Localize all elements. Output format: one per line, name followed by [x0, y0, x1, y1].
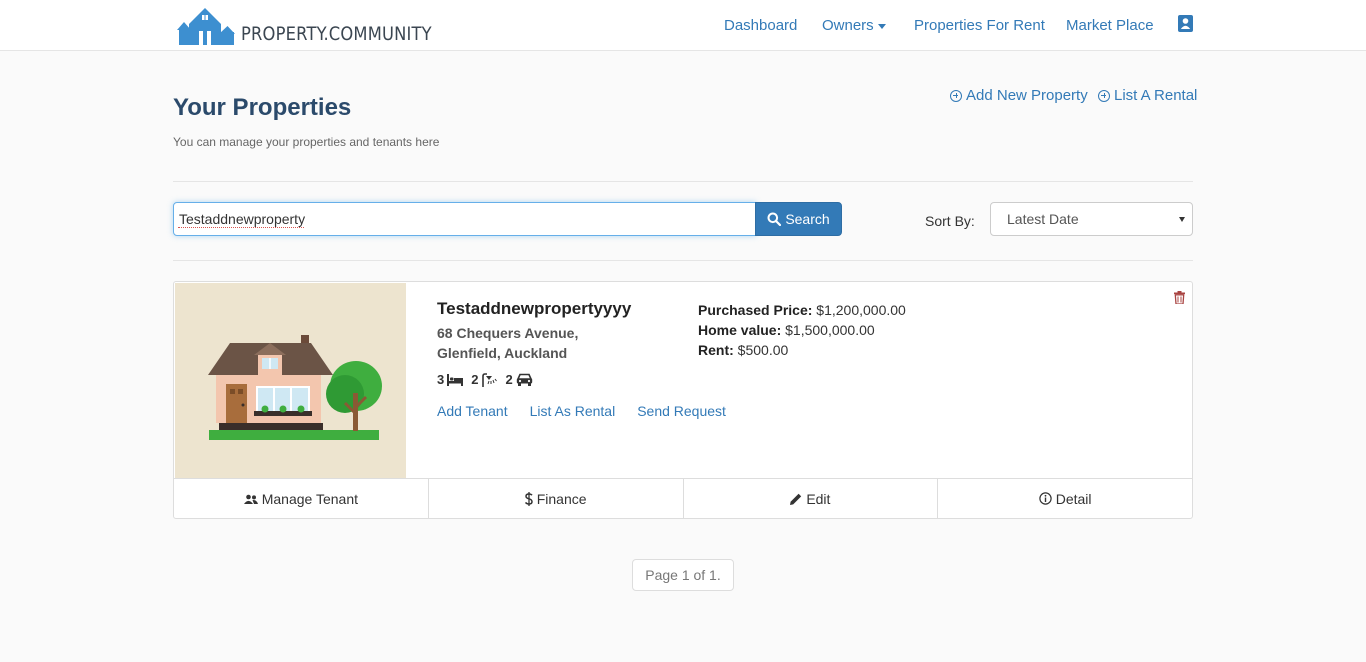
- edit-button[interactable]: Edit: [684, 479, 939, 518]
- shower-icon: [482, 372, 498, 387]
- pencil-icon: [790, 493, 802, 505]
- nav-profile-wrap: [1178, 0, 1193, 51]
- sort-select[interactable]: Latest Date: [990, 202, 1193, 236]
- home-value-label: Home value:: [698, 322, 782, 338]
- rent-label: Rent:: [698, 342, 734, 358]
- send-request-link[interactable]: Send Request: [637, 403, 726, 419]
- property-card: Testaddnewpropertyyyy 68 Chequers Avenue…: [173, 281, 1193, 519]
- page-title: Your Properties: [173, 94, 352, 121]
- page-subtitle: You can manage your properties and tenan…: [173, 135, 440, 149]
- manage-tenant-button[interactable]: Manage Tenant: [174, 479, 429, 518]
- bathroom-count: 2: [471, 372, 479, 387]
- property-thumbnail[interactable]: [175, 283, 406, 479]
- divider: [173, 260, 1193, 261]
- property-name[interactable]: Testaddnewpropertyyyy: [437, 299, 631, 319]
- finance-button[interactable]: Finance: [429, 479, 684, 518]
- home-value-row: Home value: $1,500,000.00: [698, 320, 906, 340]
- nav-rent-wrap: Properties For Rent: [914, 0, 1045, 51]
- property-actions: Add Tenant List As Rental Send Request: [437, 403, 748, 419]
- search-input[interactable]: [173, 202, 756, 236]
- edit-label: Edit: [806, 490, 831, 507]
- purchased-price-value: $1,200,000.00: [816, 302, 906, 318]
- brand-name: PROPERTY.COMMUNITY: [241, 23, 432, 45]
- plus-circle-icon: [950, 89, 962, 102]
- property-address: 68 Chequers Avenue, Glenfield, Auckland: [437, 323, 637, 363]
- house-logo-icon: [177, 8, 235, 45]
- bedroom-count: 3: [437, 372, 445, 387]
- sort-label: Sort By:: [925, 213, 975, 229]
- dollar-icon: [524, 491, 533, 506]
- trash-icon: [1174, 291, 1185, 305]
- user-card-icon: [1178, 15, 1193, 32]
- divider: [173, 181, 1193, 182]
- rent-value: $500.00: [737, 342, 789, 358]
- address-line-1: 68 Chequers Avenue,: [437, 325, 579, 341]
- bed-icon: [447, 373, 464, 386]
- add-new-property-button[interactable]: Add New Property: [950, 87, 1088, 104]
- detail-label: Detail: [1055, 490, 1092, 507]
- sort-selected-value: Latest Date: [1007, 211, 1079, 227]
- select-caret-icon: [1179, 217, 1185, 222]
- list-as-rental-link[interactable]: List As Rental: [530, 403, 616, 419]
- delete-property-button[interactable]: [1174, 291, 1185, 309]
- finance-label: Finance: [536, 490, 587, 507]
- home-value-value: $1,500,000.00: [785, 322, 875, 338]
- search-icon: [767, 212, 782, 226]
- spellcheck-underline: [178, 226, 304, 228]
- search-button-label: Search: [785, 211, 830, 227]
- nav-owners-dropdown[interactable]: Owners: [822, 17, 886, 34]
- nav-market-place-link[interactable]: Market Place: [1066, 17, 1154, 34]
- rent-row: Rent: $500.00: [698, 340, 906, 360]
- nav-owners-label: Owners: [822, 17, 874, 34]
- nav-owners-wrap: Owners: [822, 0, 886, 51]
- nav-market-wrap: Market Place: [1066, 0, 1154, 51]
- add-tenant-link[interactable]: Add Tenant: [437, 403, 508, 419]
- card-footer: Manage Tenant Finance Edit Detail: [174, 478, 1192, 518]
- top-navbar: PROPERTY.COMMUNITY Dashboard Owners Prop…: [0, 0, 1366, 51]
- profile-button[interactable]: [1178, 15, 1193, 36]
- caret-down-icon: [877, 23, 886, 29]
- brand-logo[interactable]: PROPERTY.COMMUNITY: [177, 4, 463, 46]
- parking-count: 2: [505, 372, 513, 387]
- list-a-rental-button[interactable]: List A Rental: [1098, 87, 1197, 104]
- property-prices: Purchased Price: $1,200,000.00 Home valu…: [698, 300, 906, 360]
- purchased-price-row: Purchased Price: $1,200,000.00: [698, 300, 906, 320]
- car-icon: [516, 373, 532, 386]
- nav-properties-for-rent-link[interactable]: Properties For Rent: [914, 17, 1045, 34]
- detail-button[interactable]: Detail: [938, 479, 1192, 518]
- pagination-indicator: Page 1 of 1.: [632, 559, 734, 591]
- nav-dashboard-link[interactable]: Dashboard: [724, 17, 797, 34]
- add-new-property-label: Add New Property: [966, 87, 1088, 104]
- manage-tenant-label: Manage Tenant: [261, 490, 358, 507]
- search-button[interactable]: Search: [755, 202, 842, 236]
- house-illustration-icon: [208, 335, 382, 440]
- property-features: 3 2 2: [437, 372, 541, 387]
- list-a-rental-label: List A Rental: [1114, 87, 1198, 104]
- plus-circle-icon: [1098, 89, 1110, 102]
- info-circle-icon: [1039, 492, 1052, 505]
- address-line-2: Glenfield, Auckland: [437, 345, 568, 361]
- people-icon: [243, 494, 258, 504]
- purchased-price-label: Purchased Price:: [698, 302, 813, 318]
- nav-dashboard-wrap: Dashboard: [724, 0, 797, 51]
